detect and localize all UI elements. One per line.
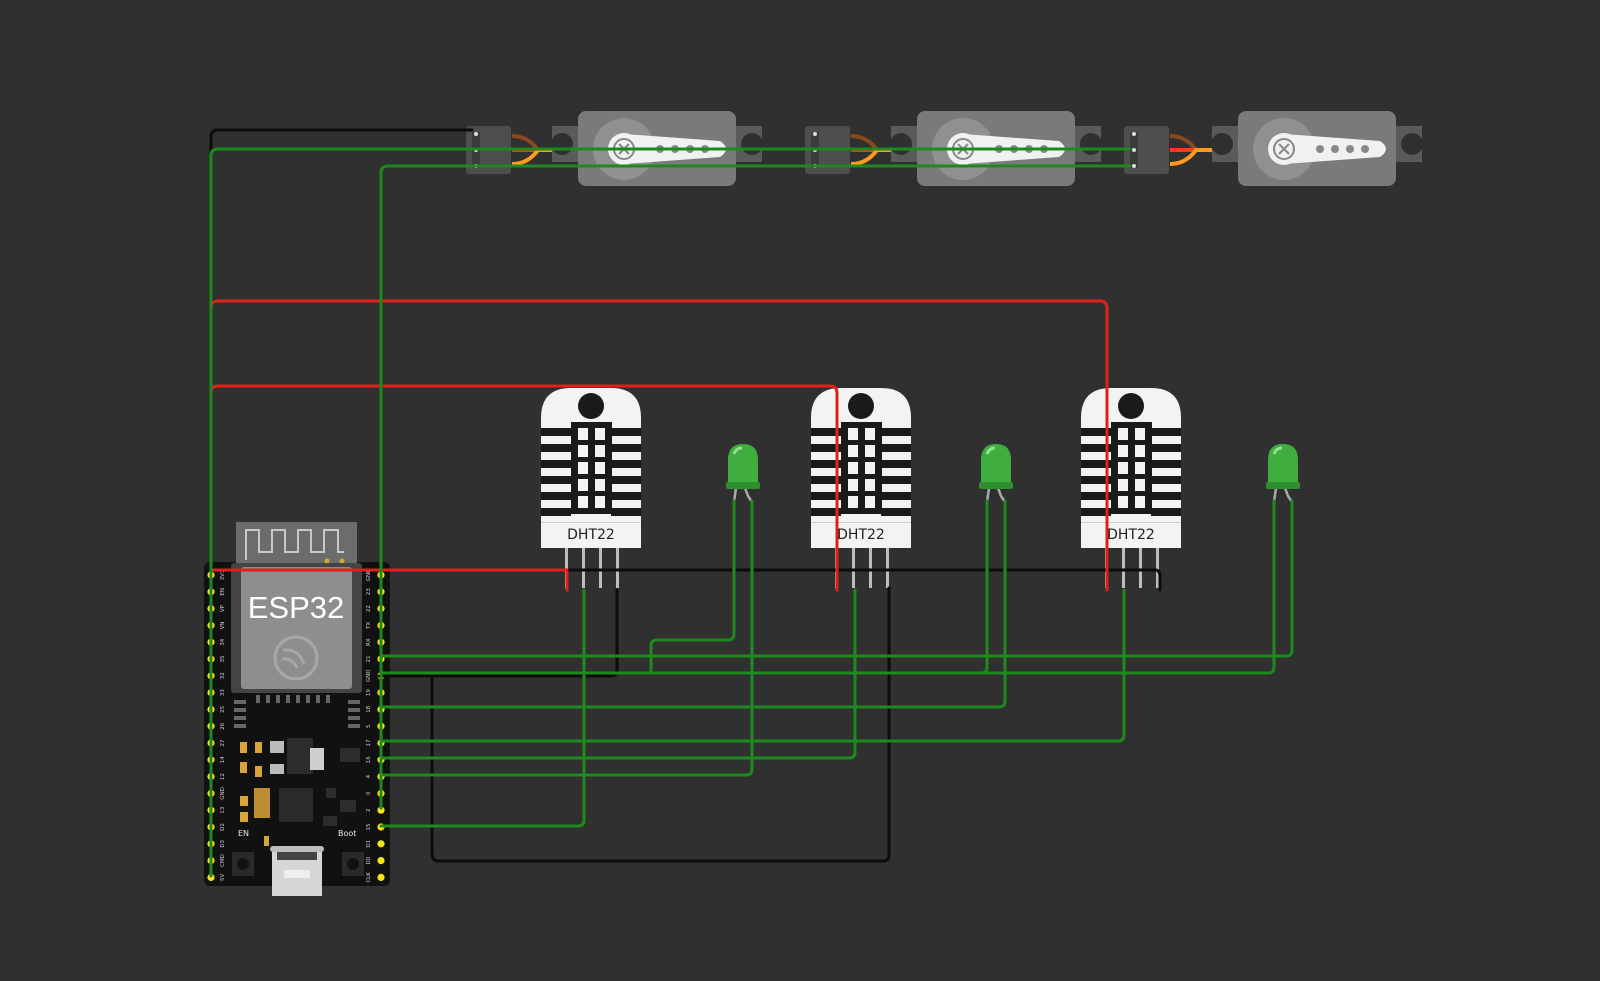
left-pin-label: EN — [220, 588, 226, 596]
esp32-board[interactable]: ESP32 EN Boot 3V3ENVPVN34353233252627141… — [204, 522, 390, 896]
left-pin-label: 25 — [220, 705, 226, 712]
wire-gnd-board — [377, 568, 1162, 592]
right-pin-label: TX — [366, 622, 372, 630]
left-pin-label: 5V — [220, 874, 226, 881]
dht22-sensor-3[interactable]: DHT22 — [1081, 388, 1181, 588]
sensor-label: DHT22 — [1107, 527, 1155, 543]
left-pin-label: D3 — [220, 839, 226, 847]
left-pin-label: D2 — [220, 823, 226, 831]
boot-button-label: Boot — [338, 829, 356, 838]
left-pin-label: 32 — [220, 672, 226, 679]
dht22-sensor-1[interactable]: DHT22 — [541, 388, 641, 588]
sensor-label: DHT22 — [567, 527, 615, 543]
right-pin-label: 0 — [366, 791, 372, 795]
left-pin-label: VN — [220, 621, 226, 629]
right-pin-pad[interactable] — [377, 857, 385, 865]
left-pin-label: 13 — [220, 806, 226, 813]
circuit-canvas[interactable]: DHT22 DHT22 DHT22 ESP32 EN Boot 3V3ENVPV… — [0, 0, 1600, 981]
right-pin-label: D0 — [366, 856, 372, 864]
right-pin-label: 18 — [366, 705, 372, 712]
right-pin-label: 15 — [366, 823, 372, 830]
right-pin-label: 4 — [366, 774, 372, 778]
led-3[interactable] — [1264, 442, 1302, 504]
board-logo: ESP32 — [248, 590, 345, 625]
right-pin-label: 16 — [366, 756, 372, 763]
right-pin-pad[interactable] — [377, 840, 385, 848]
sensor-label: DHT22 — [837, 527, 885, 543]
right-pin-pad[interactable] — [377, 873, 385, 882]
left-pin-label: 33 — [220, 689, 226, 696]
right-pin-label: 22 — [366, 605, 372, 612]
left-pin-label: GND — [220, 787, 226, 800]
left-pin-label: 12 — [220, 773, 226, 780]
right-pin-label: 23 — [366, 588, 372, 595]
left-pin-label: 34 — [220, 638, 226, 645]
led-2[interactable] — [977, 442, 1015, 504]
right-pin-label: D1 — [366, 840, 372, 848]
right-pin-label: 21 — [366, 656, 372, 663]
right-pin-label: RX — [366, 638, 372, 646]
left-pin-label: 27 — [220, 739, 226, 746]
right-pin-label: 2 — [366, 808, 372, 812]
right-pin-label: GND — [366, 669, 372, 682]
left-pin-label: 14 — [220, 756, 226, 763]
left-pin-label: 26 — [220, 722, 226, 729]
wire-gnd-dht1 — [377, 588, 619, 678]
en-button-label: EN — [238, 829, 249, 838]
servo-3[interactable] — [1124, 110, 1424, 187]
left-pin-label: CMD — [220, 854, 226, 867]
left-pin-label: VP — [220, 604, 226, 612]
right-pin-label: 5 — [366, 724, 372, 728]
wire-gnd-servo — [209, 128, 474, 157]
right-pin-label: 19 — [366, 689, 372, 696]
dht22-sensor-2[interactable]: DHT22 — [811, 388, 911, 588]
wire-gnd-dht2 — [430, 586, 891, 863]
right-pin-label: CLK — [366, 872, 372, 883]
left-pin-label: 35 — [220, 655, 226, 662]
led-1[interactable] — [724, 442, 762, 504]
right-pin-label: 17 — [366, 739, 372, 746]
